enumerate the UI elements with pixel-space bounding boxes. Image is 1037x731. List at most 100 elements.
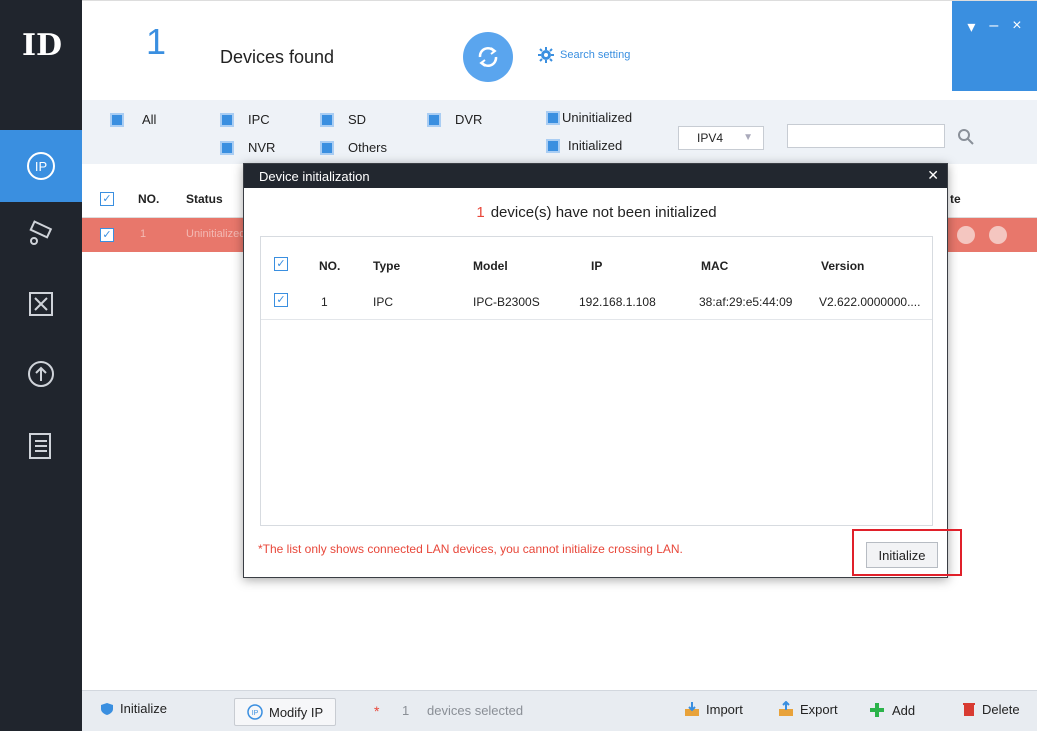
col-operate: te <box>950 192 961 206</box>
device-initialization-dialog: Device initialization ✕ 1 device(s) have … <box>243 163 948 578</box>
delete-label: Delete <box>982 701 1020 717</box>
export-icon <box>779 701 793 716</box>
uninit-device-list: ✓ NO. Type Model IP MAC Version ✓ 1 IPC … <box>260 236 933 526</box>
col-status: Status <box>186 192 223 206</box>
cell-type: IPC <box>373 295 394 309</box>
bottom-toolbar: Initialize IP Modify IP * 1 devices sele… <box>82 690 1037 731</box>
document-icon <box>29 433 51 459</box>
refresh-icon <box>478 47 498 67</box>
web-icon[interactable] <box>988 225 1008 245</box>
search-input[interactable] <box>787 124 945 148</box>
cell-mac: 38:af:29:e5:44:09 <box>699 295 793 309</box>
delete-button[interactable]: Delete <box>962 701 1020 717</box>
sidebar-item-upgrade[interactable] <box>0 338 82 410</box>
checkbox-icon[interactable] <box>220 140 234 155</box>
shield-icon <box>101 702 113 715</box>
required-star: * <box>374 703 380 719</box>
checkbox-icon[interactable] <box>320 140 334 155</box>
checkbox-icon[interactable] <box>320 112 334 127</box>
cell-model: IPC-B2300S <box>473 295 540 309</box>
close-icon[interactable]: ✕ <box>927 167 939 184</box>
chevron-down-icon: ▼ <box>743 132 753 143</box>
col-no: NO. <box>138 192 160 206</box>
plus-icon <box>870 703 884 717</box>
modify-ip-label: Modify IP <box>269 704 324 720</box>
svg-text:IP: IP <box>252 710 259 717</box>
filter-others-label: Others <box>348 140 388 155</box>
dialog-title: Device initialization <box>259 169 370 184</box>
add-label: Add <box>892 702 916 718</box>
checkbox-icon[interactable] <box>546 138 560 153</box>
filter-initialized[interactable]: Initialized <box>546 138 622 153</box>
app-logo: ID <box>22 28 63 63</box>
filter-dvr[interactable]: DVR <box>427 112 482 127</box>
filter-all-label: All <box>142 112 157 127</box>
filter-nvr[interactable]: NVR <box>220 140 275 155</box>
sidebar-item-ip-search[interactable]: IP <box>0 130 82 202</box>
sidebar-item-tools[interactable] <box>0 268 82 340</box>
camera-icon <box>29 220 53 245</box>
svg-text:IP: IP <box>35 159 47 174</box>
cell-ip: 192.168.1.108 <box>579 295 656 309</box>
ip-icon: IP <box>247 704 263 720</box>
col-version: Version <box>821 259 865 273</box>
filter-uninitialized[interactable]: Uninitialized <box>546 110 632 125</box>
page-title: Devices found <box>220 47 335 67</box>
filter-sd[interactable]: SD <box>320 112 366 127</box>
highlight-box <box>852 529 962 576</box>
filter-ipc[interactable]: IPC <box>220 112 270 127</box>
modify-ip-button[interactable]: IP Modify IP <box>234 698 337 726</box>
refresh-button[interactable] <box>463 32 513 82</box>
filter-others[interactable]: Others <box>320 140 387 155</box>
device-count: 1 <box>146 21 167 62</box>
dialog-message: 1 device(s) have not been initialized <box>244 204 949 221</box>
ip-icon: IP <box>27 152 55 180</box>
checkbox-icon[interactable] <box>110 112 124 127</box>
cell-no: 1 <box>321 295 328 309</box>
export-button[interactable]: Export <box>778 701 838 717</box>
menu-dropdown-icon[interactable]: ▾ <box>967 17 975 91</box>
sidebar-item-camera[interactable] <box>0 198 82 270</box>
initialize-button[interactable]: Initialize <box>100 701 167 716</box>
checkbox-icon[interactable] <box>220 112 234 127</box>
filter-uninitialized-label: Uninitialized <box>562 110 633 125</box>
close-window-icon[interactable]: × <box>1012 17 1021 91</box>
trash-icon <box>963 703 975 716</box>
search-icon[interactable] <box>957 128 975 146</box>
col-model: Model <box>473 259 508 273</box>
initialize-label: Initialize <box>120 701 167 716</box>
upgrade-icon <box>28 361 54 387</box>
gear-icon <box>538 47 554 63</box>
search-setting-label: Search setting <box>560 49 631 61</box>
sidebar-item-docs[interactable] <box>0 410 82 482</box>
add-button[interactable]: Add <box>868 701 915 719</box>
col-type: Type <box>373 259 401 273</box>
dialog-titlebar: Device initialization ✕ <box>244 164 947 188</box>
select-all-checkbox[interactable]: ✓ <box>274 257 288 271</box>
import-button[interactable]: Import <box>684 701 743 717</box>
header: 1 Devices found Search setting ▾ – × <box>82 0 1037 91</box>
row-no: 1 <box>140 228 147 240</box>
row-checkbox[interactable]: ✓ <box>274 293 288 307</box>
search-setting-link[interactable]: Search setting <box>538 47 630 63</box>
minimize-icon[interactable]: – <box>989 17 998 91</box>
import-icon <box>685 702 699 716</box>
row-checkbox[interactable]: ✓ <box>100 228 114 242</box>
window-controls: ▾ – × <box>952 1 1037 91</box>
ip-version-value: IPV4 <box>697 131 724 145</box>
filter-sd-label: SD <box>348 112 367 127</box>
filter-initialized-label: Initialized <box>568 138 623 153</box>
selected-label: devices selected <box>427 703 524 718</box>
filter-nvr-label: NVR <box>248 140 276 155</box>
export-label: Export <box>800 701 838 717</box>
checkbox-icon[interactable] <box>427 112 441 127</box>
filter-all[interactable]: All <box>110 112 156 127</box>
ip-version-select[interactable]: IPV4 ▼ <box>678 126 764 150</box>
select-all-checkbox[interactable]: ✓ <box>100 192 114 206</box>
edit-icon[interactable] <box>956 225 976 245</box>
tools-icon <box>29 292 53 316</box>
row-status: Uninitialized <box>186 228 246 240</box>
import-label: Import <box>706 701 743 717</box>
sidebar: ID IP <box>0 0 82 731</box>
checkbox-icon[interactable] <box>546 110 560 125</box>
